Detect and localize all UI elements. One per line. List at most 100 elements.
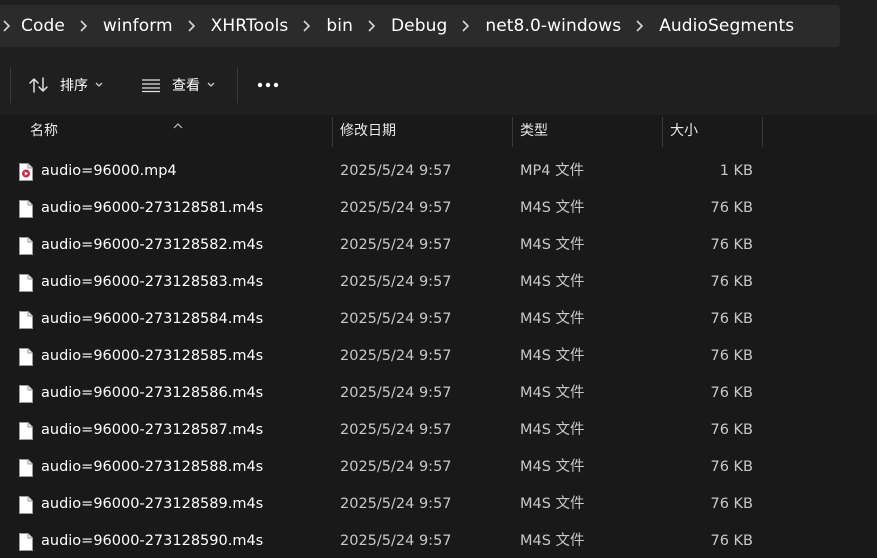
file-modified: 2025/5/24 9:57 (340, 422, 452, 438)
column-resize-handle[interactable] (332, 117, 333, 147)
sort-icon (28, 76, 50, 94)
breadcrumb-item-bin[interactable]: bin (319, 16, 360, 36)
column-resize-handle[interactable] (762, 117, 763, 147)
file-list: audio=96000.mp4 2025/5/24 9:57 MP4 文件 1 … (0, 153, 877, 558)
chevron-right-icon[interactable] (0, 19, 14, 33)
chevron-right-icon[interactable] (72, 19, 96, 33)
file-icon (18, 347, 34, 367)
file-row[interactable]: audio=96000.mp4 2025/5/24 9:57 MP4 文件 1 … (0, 153, 877, 190)
breadcrumb-item-xhrtools[interactable]: XHRTools (204, 16, 296, 36)
file-name: audio=96000-273128589.m4s (41, 496, 264, 512)
file-type: M4S 文件 (520, 274, 585, 290)
file-size: 76 KB (710, 533, 753, 549)
chevron-right-icon[interactable] (360, 19, 384, 33)
chevron-right-icon[interactable] (628, 19, 652, 33)
column-resize-handle[interactable] (662, 117, 663, 147)
file-name: audio=96000-273128585.m4s (41, 348, 264, 364)
file-explorer-window: Code winform XHRTools bin Debug net8.0-w… (0, 0, 877, 558)
file-type: M4S 文件 (520, 496, 585, 512)
breadcrumb-item-net8[interactable]: net8.0-windows (478, 16, 628, 36)
file-name: audio=96000-273128590.m4s (41, 533, 264, 549)
command-bar: 排序 查看 (0, 55, 877, 116)
file-modified: 2025/5/24 9:57 (340, 385, 452, 401)
file-row[interactable]: audio=96000-273128583.m4s 2025/5/24 9:57… (0, 264, 877, 301)
column-type[interactable]: 类型 (520, 115, 548, 147)
file-modified: 2025/5/24 9:57 (340, 237, 452, 253)
file-row[interactable]: audio=96000-273128586.m4s 2025/5/24 9:57… (0, 375, 877, 412)
file-type: M4S 文件 (520, 459, 585, 475)
file-modified: 2025/5/24 9:57 (340, 348, 452, 364)
toolbar-divider (237, 67, 238, 103)
file-name: audio=96000-273128587.m4s (41, 422, 264, 438)
breadcrumb[interactable]: Code winform XHRTools bin Debug net8.0-w… (0, 5, 840, 47)
file-row[interactable]: audio=96000-273128589.m4s 2025/5/24 9:57… (0, 486, 877, 523)
file-icon (18, 384, 34, 404)
file-name: audio=96000-273128582.m4s (41, 237, 264, 253)
file-row[interactable]: audio=96000-273128582.m4s 2025/5/24 9:57… (0, 227, 877, 264)
view-button[interactable]: 查看 (140, 69, 216, 101)
file-modified: 2025/5/24 9:57 (340, 459, 452, 475)
file-name: audio=96000-273128583.m4s (41, 274, 264, 290)
breadcrumb-item-debug[interactable]: Debug (384, 16, 454, 36)
file-modified: 2025/5/24 9:57 (340, 163, 452, 179)
breadcrumb-item-code[interactable]: Code (14, 16, 72, 36)
file-row[interactable]: audio=96000-273128584.m4s 2025/5/24 9:57… (0, 301, 877, 338)
file-icon (18, 421, 34, 441)
file-size: 76 KB (710, 496, 753, 512)
column-resize-handle[interactable] (512, 117, 513, 147)
file-modified: 2025/5/24 9:57 (340, 311, 452, 327)
file-type: M4S 文件 (520, 533, 585, 549)
file-icon (18, 495, 34, 515)
file-size: 76 KB (710, 200, 753, 216)
file-icon (18, 236, 34, 256)
file-icon (18, 273, 34, 293)
file-size: 1 KB (719, 163, 753, 179)
file-icon (18, 458, 34, 478)
file-row[interactable]: audio=96000-273128581.m4s 2025/5/24 9:57… (0, 190, 877, 227)
column-size[interactable]: 大小 (670, 115, 698, 147)
breadcrumb-item-audiosegments[interactable]: AudioSegments (652, 16, 801, 36)
file-name: audio=96000-273128581.m4s (41, 200, 264, 216)
file-size: 76 KB (710, 348, 753, 364)
file-modified: 2025/5/24 9:57 (340, 200, 452, 216)
file-size: 76 KB (710, 237, 753, 253)
file-size: 76 KB (710, 422, 753, 438)
file-name: audio=96000-273128584.m4s (41, 311, 264, 327)
file-icon (18, 199, 34, 219)
file-icon (18, 532, 34, 552)
sort-button[interactable]: 排序 (28, 69, 104, 101)
file-type: M4S 文件 (520, 422, 585, 438)
video-file-icon (18, 162, 34, 182)
column-modified[interactable]: 修改日期 (340, 115, 396, 147)
file-type: M4S 文件 (520, 200, 585, 216)
column-header-row: 名称 修改日期 类型 大小 (0, 115, 877, 147)
file-type: M4S 文件 (520, 348, 585, 364)
address-bar: Code winform XHRTools bin Debug net8.0-w… (0, 0, 877, 55)
more-options-button[interactable] (256, 69, 280, 101)
breadcrumb-item-winform[interactable]: winform (96, 16, 180, 36)
chevron-down-icon (206, 81, 216, 89)
file-row[interactable]: audio=96000-273128587.m4s 2025/5/24 9:57… (0, 412, 877, 449)
file-size: 76 KB (710, 274, 753, 290)
file-size: 76 KB (710, 459, 753, 475)
file-name: audio=96000-273128586.m4s (41, 385, 264, 401)
sort-label: 排序 (60, 78, 88, 94)
file-row[interactable]: audio=96000-273128588.m4s 2025/5/24 9:57… (0, 449, 877, 486)
file-row[interactable]: audio=96000-273128590.m4s 2025/5/24 9:57… (0, 523, 877, 558)
file-type: M4S 文件 (520, 311, 585, 327)
file-size: 76 KB (710, 311, 753, 327)
file-row[interactable]: audio=96000-273128585.m4s 2025/5/24 9:57… (0, 338, 877, 375)
chevron-right-icon[interactable] (180, 19, 204, 33)
view-label: 查看 (172, 78, 200, 94)
file-modified: 2025/5/24 9:57 (340, 496, 452, 512)
file-modified: 2025/5/24 9:57 (340, 274, 452, 290)
file-icon (18, 310, 34, 330)
more-icon (256, 77, 280, 93)
sort-ascending-icon (172, 115, 184, 134)
chevron-right-icon[interactable] (454, 19, 478, 33)
column-name[interactable]: 名称 (30, 115, 58, 147)
file-size: 76 KB (710, 385, 753, 401)
chevron-right-icon[interactable] (295, 19, 319, 33)
view-list-icon (140, 77, 162, 93)
file-name: audio=96000.mp4 (41, 163, 177, 179)
